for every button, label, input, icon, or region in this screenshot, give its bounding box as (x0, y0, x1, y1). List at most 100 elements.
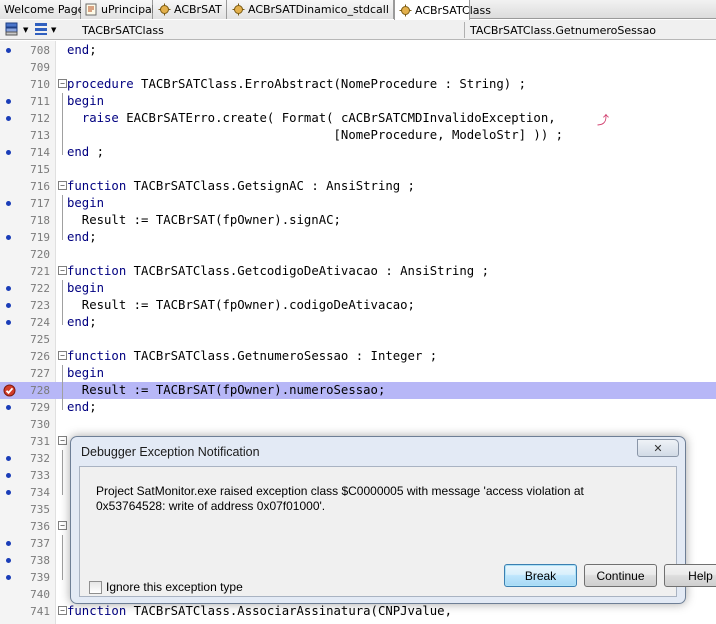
line-number: 733 (30, 469, 50, 482)
code-line[interactable]: 720 (0, 246, 716, 263)
close-icon: ✕ (653, 441, 663, 455)
method-combo[interactable]: TACBrSATClass.GetnumeroSessao (470, 22, 714, 38)
code-line[interactable]: 719 end; (0, 229, 716, 246)
code-line[interactable]: 723 Result := TACBrSAT(fpOwner).codigoDe… (0, 297, 716, 314)
code-line[interactable]: 717 begin (0, 195, 716, 212)
unit-file-icon (157, 3, 171, 17)
line-number: 727 (30, 367, 50, 380)
method-combo-value: TACBrSATClass.GetnumeroSessao (470, 23, 657, 37)
ignore-exception-row[interactable]: Ignore this exception type (89, 580, 243, 594)
fold-guide-line (62, 93, 63, 155)
help-button[interactable]: Help (664, 564, 716, 587)
unit-file-icon (231, 3, 245, 17)
code-line[interactable]: 728 Result := TACBrSAT(fpOwner).numeroSe… (0, 382, 716, 399)
line-number: 734 (30, 486, 50, 499)
fold-toggle-icon[interactable]: − (58, 351, 67, 360)
line-number: 726 (30, 350, 50, 363)
code-text: begin (67, 196, 105, 210)
tab-label: ACBrSATDinamico_stdcall (248, 3, 389, 16)
tab-acbrsat[interactable]: ACBrSAT (153, 0, 227, 19)
debugger-exception-dialog: Debugger Exception Notification ✕ Projec… (70, 436, 716, 604)
breakpoint-execution-point-icon[interactable] (3, 384, 16, 397)
class-structure-icon (4, 21, 22, 40)
code-line[interactable]: 727 begin (0, 365, 716, 382)
tab-welcome-page[interactable]: Welcome Page (0, 0, 84, 19)
executable-line-marker-icon[interactable] (6, 320, 11, 325)
line-number: 731 (30, 435, 50, 448)
line-number: 724 (30, 316, 50, 329)
executable-line-marker-icon[interactable] (6, 99, 11, 104)
code-line[interactable]: 721− function TACBrSATClass.GetcodigoDeAt… (0, 263, 716, 280)
fold-toggle-icon[interactable]: − (58, 436, 67, 445)
tab-uprincipal[interactable]: uPrincipal (81, 0, 155, 19)
executable-line-marker-icon[interactable] (6, 235, 11, 240)
code-line[interactable]: 709 (0, 59, 716, 76)
tab-acbrsatclass[interactable]: ACBrSATClass (394, 0, 491, 20)
code-navigation-bar: ▼ ▼ TACBrSATClass TACBrSATClass.Getnumer… (0, 20, 716, 40)
code-line[interactable]: 725 (0, 331, 716, 348)
line-number: 719 (30, 231, 50, 244)
code-line[interactable]: 711 begin (0, 93, 716, 110)
line-number: 728 (30, 384, 50, 397)
executable-line-marker-icon[interactable] (6, 201, 11, 206)
editor-tab-bar: Welcome Page uPrincipal ACBrSAT ACBrSATD… (0, 0, 716, 20)
break-button[interactable]: Break (504, 564, 577, 587)
code-line[interactable]: 714 end ; (0, 144, 716, 161)
executable-line-marker-icon[interactable] (6, 286, 11, 291)
code-line[interactable]: 741− function TACBrSATClass.AssociarAssin… (0, 603, 716, 620)
code-line[interactable]: 730 (0, 416, 716, 433)
fold-guide-line (62, 280, 63, 325)
line-number: 741 (30, 605, 50, 618)
fold-toggle-icon[interactable]: − (58, 79, 67, 88)
code-text: [NomeProcedure, ModeloStr] )) ; (67, 128, 564, 142)
code-line[interactable]: 712 raise EACBrSATErro.create( Format( c… (0, 110, 716, 127)
code-line[interactable]: 713 [NomeProcedure, ModeloStr] )) ; (0, 127, 716, 144)
executable-line-marker-icon[interactable] (6, 490, 11, 495)
line-number: 711 (30, 95, 50, 108)
code-line[interactable]: 716− function TACBrSATClass.GetsignAC : A… (0, 178, 716, 195)
code-line[interactable]: 718 Result := TACBrSAT(fpOwner).signAC; (0, 212, 716, 229)
ignore-exception-checkbox[interactable] (89, 580, 102, 594)
executable-line-marker-icon[interactable] (6, 558, 11, 563)
structure-view-button[interactable]: ▼ (4, 22, 28, 38)
code-text: end ; (67, 145, 105, 159)
code-line[interactable]: 710− procedure TACBrSATClass.ErroAbstract… (0, 76, 716, 93)
executable-line-marker-icon[interactable] (6, 575, 11, 580)
executable-line-marker-icon[interactable] (6, 456, 11, 461)
line-number: 712 (30, 112, 50, 125)
line-number: 735 (30, 503, 50, 516)
executable-line-marker-icon[interactable] (6, 473, 11, 478)
continue-button[interactable]: Continue (584, 564, 657, 587)
code-line[interactable]: 708 end; (0, 42, 716, 59)
executable-line-marker-icon[interactable] (6, 303, 11, 308)
executable-line-marker-icon[interactable] (6, 150, 11, 155)
fold-toggle-icon[interactable]: − (58, 266, 67, 275)
executable-line-marker-icon[interactable] (6, 48, 11, 53)
class-combo[interactable]: TACBrSATClass (82, 22, 462, 38)
code-line[interactable]: 726− function TACBrSATClass.GetnumeroSess… (0, 348, 716, 365)
fold-toggle-icon[interactable]: − (58, 181, 67, 190)
line-number: 723 (30, 299, 50, 312)
code-line[interactable]: 722 begin (0, 280, 716, 297)
code-line[interactable]: 724 end; (0, 314, 716, 331)
fold-toggle-icon[interactable]: − (58, 521, 67, 530)
code-line[interactable]: 729 end; (0, 399, 716, 416)
line-number: 708 (30, 44, 50, 57)
executable-line-marker-icon[interactable] (6, 541, 11, 546)
code-text: end; (67, 315, 97, 329)
code-text: begin (67, 281, 105, 295)
fold-guide-line (62, 195, 63, 240)
line-number: 725 (30, 333, 50, 346)
executable-line-marker-icon[interactable] (6, 116, 11, 121)
tab-label: ACBrSAT (174, 3, 222, 16)
tab-label: uPrincipal (101, 3, 155, 16)
fold-toggle-icon[interactable]: − (58, 606, 67, 615)
fold-guide-line (62, 365, 63, 410)
tab-label: ACBrSATClass (415, 3, 491, 17)
tab-acbrsatdinamico-stdcall[interactable]: ACBrSATDinamico_stdcall (227, 0, 394, 19)
close-button[interactable]: ✕ (637, 439, 679, 457)
member-list-button[interactable]: ▼ (32, 22, 56, 38)
line-number: 729 (30, 401, 50, 414)
code-line[interactable]: 715 (0, 161, 716, 178)
executable-line-marker-icon[interactable] (6, 405, 11, 410)
